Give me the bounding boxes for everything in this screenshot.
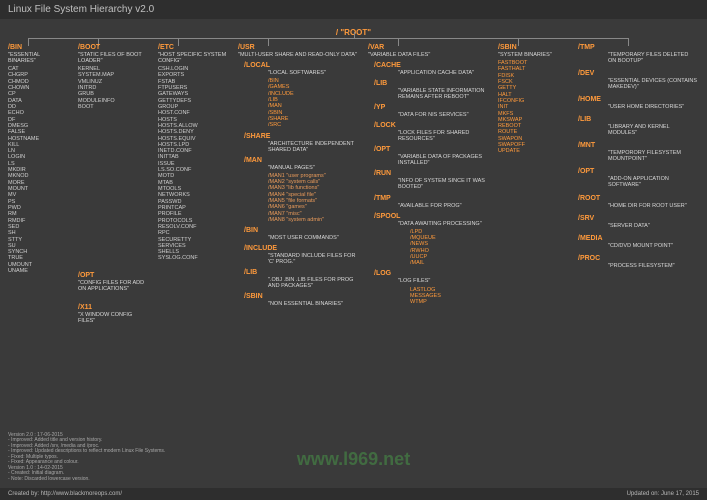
dir-var-yp: /YP [374,104,488,111]
desc-srv: "SERVER DATA" [608,223,698,229]
desc-usr-bin: "MOST USER COMMANDS" [268,235,358,241]
desc-usr-lib: ".OBJ .BIN .LIB FILES FOR PROG AND PACKA… [268,277,358,289]
dir-var: /VAR [368,44,488,51]
list-item: /MAN8 "system admin" [268,217,358,223]
dir-var-lock: /LOCK [374,122,488,129]
desc-opt: "ADD-ON APPLICATION SOFTWARE" [608,176,698,188]
items-usr-local: /BIN/GAMES/INCLUDE/LIB/MAN/SBIN/SHARE/SR… [268,78,358,129]
dir-var-opt: /OPT [374,146,488,153]
dir-var-log: /LOG [374,270,488,277]
dir-usr-include: /INCLUDE [244,245,358,252]
desc-var-lib: "VARIABLE STATE INFORMATION REMAINS AFTE… [398,88,488,100]
desc-boot: "STATIC FILES OF BOOT LOADER" [78,52,148,64]
dir-tmp: /TMP [578,44,698,51]
dir-var-spool: /SPOOL [374,213,488,220]
dir-usr-local: /LOCAL [244,62,358,69]
dir-var-cache: /CACHE [374,62,488,69]
dir-usr-share: /SHARE [244,133,358,140]
dir-bin: /BIN [8,44,68,51]
desc-usr-include: "STANDARD INCLUDE FILES FOR 'C' PROG." [268,253,358,265]
col-usr: /USR "MULTI-USER SHARE AND READ-ONLY DAT… [238,44,358,310]
diagram-content: /BIN "ESSENTIAL BINARIES" CATCHGRPCHMODC… [8,44,699,482]
desc-var-cache: "APPLICATION CACHE DATA" [398,70,488,76]
dir-x11: /X11 [78,304,148,311]
footer-bar: Created by: http://www.blackmoreops.com/… [0,488,707,500]
list-item: WTMP [410,299,488,305]
desc-var-lock: "LOCK FILES FOR SHARED RESOURCES" [398,130,488,142]
desc-bin: "ESSENTIAL BINARIES" [8,52,68,64]
list-item: SYSLOG.CONF [158,255,228,261]
dir-boot: /BOOT [78,44,148,51]
dir-dev: /DEV [578,70,698,77]
desc-tmp: "TEMPORARY FILES DELETED ON BOOTUP" [608,52,698,64]
dir-lib: /LIB [578,116,698,123]
dir-var-run: /RUN [374,170,488,177]
col-var: /VAR "VARIABLE DATA FILES" /CACHE "APPLI… [368,44,488,305]
list-item: UPDATE [498,148,568,154]
desc-var: "VARIABLE DATA FILES" [368,52,488,58]
items-bin: CATCHGRPCHMODCHOWNCPDATADDECHODFDMESGFAL… [8,66,68,274]
desc-root: "HOME DIR FOR ROOT USER" [608,203,698,209]
dir-mnt: /MNT [578,142,698,149]
dir-srv: /SRV [578,215,698,222]
desc-usr: "MULTI-USER SHARE AND READ-ONLY DATA" [238,52,358,58]
dir-usr-man: /MAN [244,157,358,164]
items-boot: KERNELSYSTEM.MAPVMLINUZINITRDGRUBMODULEI… [78,66,148,110]
items-var-log: LASTLOGMESSAGESWTMP [410,287,488,306]
dir-media: /MEDIA [578,235,698,242]
items-etc: CSH.LOGINEXPORTSFSTABFTPUSERSGATEWAYSGET… [158,66,228,262]
desc-usr-share: "ARCHITECTURE INDEPENDENT SHARED DATA" [268,141,358,153]
desc-mnt: "TEMPORORY FILESYSTEM MOUNTPOINT" [608,150,698,162]
dir-var-lib: /LIB [374,80,488,87]
desc-var-run: "INFO OF SYSTEM SINCE IT WAS BOOTED" [398,178,488,190]
items-var-spool: /LPD/MQUEUE/NEWS/RWHO/UUCP/MAIL [410,229,488,267]
footer-left: Created by: http://www.blackmoreops.com/ [8,491,122,497]
col-sbin: /SBIN "SYSTEM BINARIES" FASTBOOTFASTHALT… [498,44,568,155]
col-etc: /ETC "HOST SPECIFIC SYSTEM CONFIG" CSH.L… [158,44,228,262]
desc-var-yp: "DATA FOR NIS SERVICES" [398,112,488,118]
dir-usr-sbin: /SBIN [244,293,358,300]
col-right: /TMP "TEMPORARY FILES DELETED ON BOOTUP"… [578,44,698,275]
desc-opt-etc: "CONFIG FILES FOR ADD ON APPLICATIONS" [78,280,148,292]
desc-var-opt: "VARIABLE DATA OF PACKAGES INSTALLED" [398,154,488,166]
desc-etc: "HOST SPECIFIC SYSTEM CONFIG" [158,52,228,64]
page-title: Linux File System Hierarchy v2.0 [8,4,154,15]
desc-usr-man: "MANUAL PAGES" [268,165,358,171]
desc-var-tmp: "AVAILABLE FOR PROG" [398,203,488,209]
desc-home: "USER HOME DIRECTORIES" [608,104,698,110]
dir-opt: /OPT [578,168,698,175]
dir-home: /HOME [578,96,698,103]
dir-sbin: /SBIN [498,44,568,51]
vn-line: - Note: Discarded lowercase version. [8,477,178,483]
desc-dev: "ESSENTIAL DEVICES (CONTAINS MAKEDEV)" [608,78,698,90]
desc-var-log: "LOG FILES" [398,278,488,284]
dir-opt-etc: /OPT [78,272,148,279]
dir-etc: /ETC [158,44,228,51]
desc-x11: "X WINDOW CONFIG FILES" [78,312,148,324]
dir-root: /ROOT [578,195,698,202]
dir-usr: /USR [238,44,358,51]
dir-usr-lib: /LIB [244,269,358,276]
dir-usr-bin: /BIN [244,227,358,234]
list-item: UNAME [8,268,68,274]
version-notes: Version 2.0 : 17-06-2015 - Improved: Add… [8,433,178,483]
col-bin: /BIN "ESSENTIAL BINARIES" CATCHGRPCHMODC… [8,44,68,274]
desc-lib: "LIBRARY AND KERNEL MODULES" [608,124,698,136]
desc-usr-sbin: "NON ESSENTIAL BINARIES" [268,301,358,307]
list-item: /SRC [268,122,358,128]
desc-var-spool: "DATA AWAITING PROCESSING" [398,221,488,227]
items-usr-man: /MAN1 "user programs"/MAN2 "system calls… [268,173,358,224]
desc-media: "CD/DVD MOUNT POINT" [608,243,698,249]
desc-usr-local: "LOCAL SOFTWARES" [268,70,358,76]
list-item: /MAIL [410,260,488,266]
title-bar: Linux File System Hierarchy v2.0 [0,0,707,19]
desc-proc: "PROCESS FILESYSTEM" [608,263,698,269]
dir-proc: /PROC [578,255,698,262]
dir-var-tmp: /TMP [374,195,488,202]
items-sbin: FASTBOOTFASTHALTFDISKFSCKGETTYHALTIFCONF… [498,60,568,155]
footer-right: Updated on: June 17, 2015 [627,491,699,497]
col-boot: /BOOT "STATIC FILES OF BOOT LOADER" KERN… [78,44,148,326]
desc-sbin: "SYSTEM BINARIES" [498,52,568,58]
